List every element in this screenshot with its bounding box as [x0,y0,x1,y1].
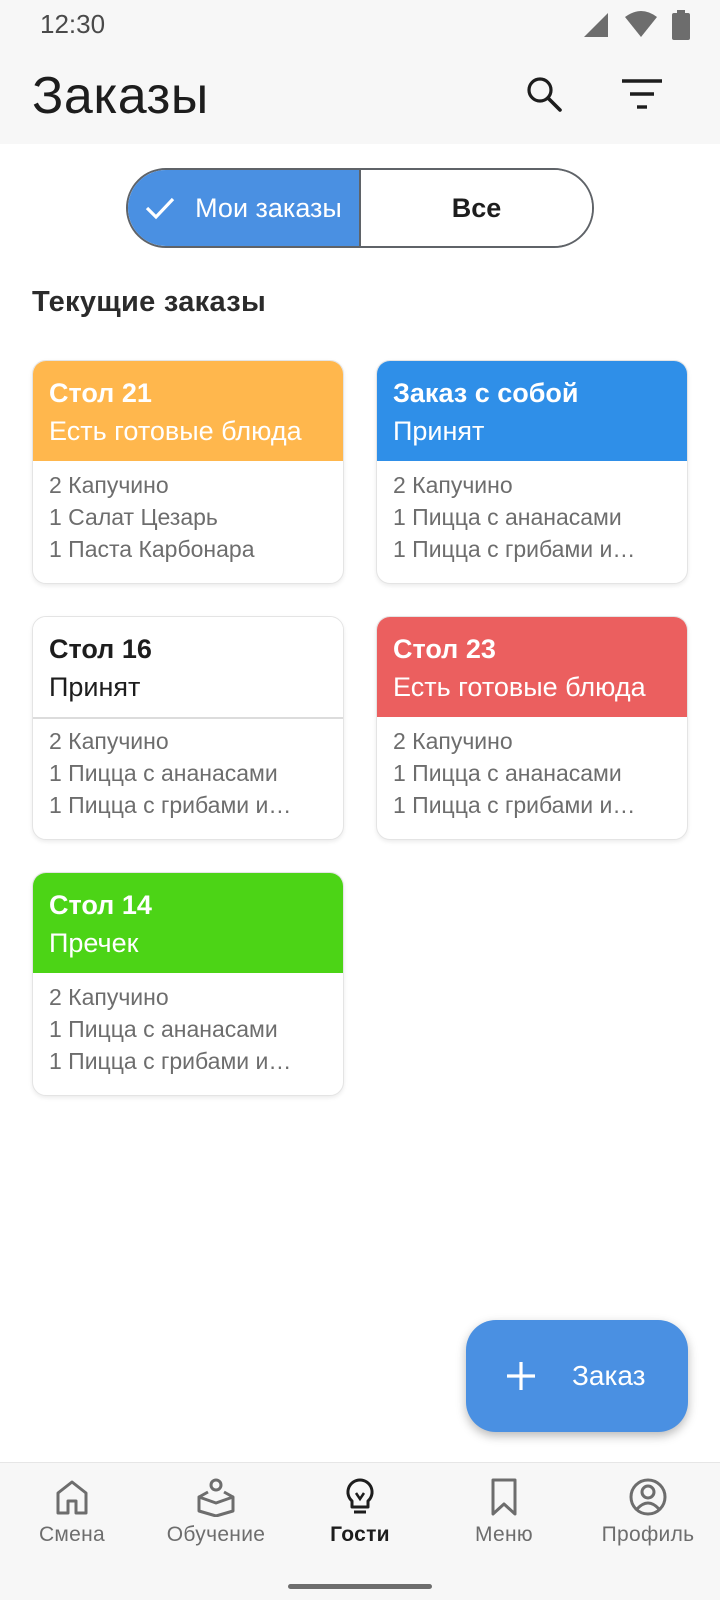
bookmark-icon [491,1478,517,1516]
order-items: 2 Капучино 1 Пицца с ананасами 1 Пицца с… [377,719,687,821]
order-item: 1 Пицца с грибами и… [393,792,636,818]
order-card-header: Стол 21 Есть готовые блюда [33,361,343,463]
order-title: Стол 14 [49,890,152,920]
order-card[interactable]: Стол 14 Пречек 2 Капучино 1 Пицца с анан… [32,872,344,1096]
nav-item-learning[interactable]: Обучение [144,1477,288,1547]
order-card[interactable]: Стол 16 Принят 2 Капучино 1 Пицца с анан… [32,616,344,840]
search-icon [527,77,562,112]
nav-label: Профиль [601,1523,695,1546]
order-card-header: Стол 16 Принят [33,617,343,719]
profile-icon [629,1478,667,1516]
nav-item-profile[interactable]: Профиль [576,1477,720,1547]
order-items: 2 Капучино 1 Пицца с ананасами 1 Пицца с… [33,719,343,821]
order-title: Заказ с собой [393,378,579,408]
order-item: 2 Капучино [49,728,169,754]
plus-icon [507,1362,535,1390]
new-order-button[interactable]: Заказ [466,1320,688,1432]
wifi-icon [625,11,657,37]
order-item: 2 Капучино [49,984,169,1010]
order-card-header: Заказ с собой Принят [377,361,687,463]
page-title: Заказы [32,67,209,125]
order-item: 1 Пицца с грибами и… [49,792,292,818]
order-item: 1 Пицца с грибами и… [49,1048,292,1074]
order-title: Стол 23 [393,634,496,664]
status-icons [582,10,690,40]
all-orders-label: Все [451,192,502,223]
order-item: 1 Салат Цезарь [49,504,218,530]
order-item: 1 Пицца с ананасами [49,1016,278,1042]
app-bar: Заказы [0,48,720,144]
order-title: Стол 21 [49,378,152,408]
search-button[interactable] [522,72,566,116]
bottom-nav: Смена Обучение Гости Меню Профиль [0,1462,720,1600]
order-item: 1 Пицца с ананасами [393,760,622,786]
order-items: 2 Капучино 1 Пицца с ананасами 1 Пицца с… [377,463,687,565]
section-heading: Текущие заказы [32,286,267,318]
my-orders-segment[interactable]: Мои заказы [128,170,361,246]
nav-label: Обучение [166,1523,266,1546]
book-reader-icon [197,1478,235,1517]
nav-label: Смена [38,1523,106,1546]
order-item: 1 Пицца с ананасами [49,760,278,786]
order-card[interactable]: Заказ с собой Принят 2 Капучино 1 Пицца … [376,360,688,584]
order-card[interactable]: Стол 23 Есть готовые блюда 2 Капучино 1 … [376,616,688,840]
orders-filter-toggle: Мои заказы Все [126,168,594,248]
order-status: Есть готовые блюда [393,672,646,702]
order-status: Принят [49,672,141,702]
status-bar: 12:30 [0,0,720,48]
order-items: 2 Капучино 1 Пицца с ананасами 1 Пицца с… [33,975,343,1077]
order-card-header: Стол 14 Пречек [33,873,343,975]
order-item: 2 Капучино [393,728,513,754]
nav-item-shift[interactable]: Смена [0,1477,144,1547]
check-icon [146,197,175,220]
order-items: 2 Капучино 1 Салат Цезарь 1 Паста Карбон… [33,463,343,565]
home-indicator[interactable] [288,1584,432,1589]
order-item: 2 Капучино [393,472,513,498]
order-item: 1 Пицца с ананасами [393,504,622,530]
order-item: 1 Паста Карбонара [49,536,255,562]
filter-button[interactable] [620,72,664,116]
nav-item-menu[interactable]: Меню [432,1477,576,1547]
lightbulb-icon [346,1478,374,1514]
order-status: Есть готовые блюда [49,416,302,446]
all-orders-segment[interactable]: Все [361,170,592,246]
order-card[interactable]: Стол 21 Есть готовые блюда 2 Капучино 1 … [32,360,344,584]
order-status: Принят [393,416,485,446]
order-card-header: Стол 23 Есть готовые блюда [377,617,687,719]
order-title: Стол 16 [49,634,152,664]
battery-icon [672,10,690,40]
order-item: 1 Пицца с грибами и… [393,536,636,562]
filter-icon [622,79,662,109]
order-status: Пречек [49,928,139,958]
nav-label: Гости [330,1523,390,1546]
new-order-label: Заказ [572,1360,646,1391]
signal-icon [584,13,608,37]
nav-label: Меню [475,1523,533,1546]
status-time: 12:30 [40,9,106,39]
order-item: 2 Капучино [49,472,169,498]
my-orders-label: Мои заказы [195,192,342,223]
home-icon [56,1480,88,1515]
nav-item-guests[interactable]: Гости [288,1477,432,1547]
